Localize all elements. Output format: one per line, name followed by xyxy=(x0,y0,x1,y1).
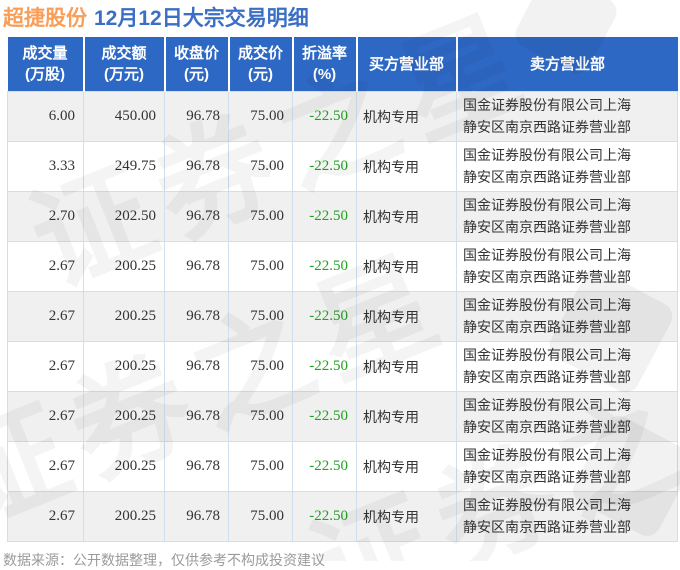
cell-buyer-branch: 机构专用 xyxy=(356,241,457,292)
cell-trade-price: 75.00 xyxy=(228,241,293,292)
cell-seller-branch-text: 国金证券股份有限公司上海静安区南京西路证券营业部 xyxy=(463,246,631,285)
cell-close-price: 96.78 xyxy=(164,191,229,242)
cell-trade-price: 75.00 xyxy=(228,341,293,392)
table-row: 3.33 249.75 96.78 75.00 -22.50 机构专用 国金证券… xyxy=(7,141,678,192)
header-close-price: 收盘价 (元) xyxy=(163,37,229,92)
cell-premium-rate: -22.50 xyxy=(292,291,357,342)
header-seller-branch: 卖方营业部 xyxy=(455,37,678,92)
table-body: 6.00 450.00 96.78 75.00 -22.50 机构专用 国金证券… xyxy=(7,91,678,542)
table-row: 2.67 200.25 96.78 75.00 -22.50 机构专用 国金证券… xyxy=(7,241,678,292)
cell-volume: 6.00 xyxy=(7,91,84,142)
cell-volume: 2.67 xyxy=(7,391,84,442)
cell-volume: 2.70 xyxy=(7,191,84,242)
cell-volume: 2.67 xyxy=(7,491,84,542)
cell-seller-branch: 国金证券股份有限公司上海静安区南京西路证券营业部 xyxy=(456,441,678,492)
table-row: 2.67 200.25 96.78 75.00 -22.50 机构专用 国金证券… xyxy=(7,491,678,542)
header-amount: 成交额 (万元) xyxy=(82,37,165,92)
table-row: 2.67 200.25 96.78 75.00 -22.50 机构专用 国金证券… xyxy=(7,341,678,392)
cell-volume: 2.67 xyxy=(7,441,84,492)
cell-amount: 202.50 xyxy=(83,191,165,242)
cell-close-price: 96.78 xyxy=(164,341,229,392)
cell-volume: 3.33 xyxy=(7,141,84,192)
table-header-row: 成交量 (万股) 成交额 (万元) 收盘价 (元) 成交价 (元) 折溢率 (%… xyxy=(7,37,678,92)
cell-seller-branch-text: 国金证券股份有限公司上海静安区南京西路证券营业部 xyxy=(463,496,631,535)
header-volume: 成交量 (万股) xyxy=(7,37,84,92)
cell-premium-rate: -22.50 xyxy=(292,491,357,542)
cell-buyer-branch: 机构专用 xyxy=(356,141,457,192)
cell-seller-branch: 国金证券股份有限公司上海静安区南京西路证券营业部 xyxy=(456,241,678,292)
table-row: 2.67 200.25 96.78 75.00 -22.50 机构专用 国金证券… xyxy=(7,441,678,492)
cell-amount: 200.25 xyxy=(83,241,165,292)
cell-buyer-branch: 机构专用 xyxy=(356,441,457,492)
cell-premium-rate: -22.50 xyxy=(292,241,357,292)
cell-close-price: 96.78 xyxy=(164,491,229,542)
cell-premium-rate: -22.50 xyxy=(292,91,357,142)
cell-close-price: 96.78 xyxy=(164,91,229,142)
cell-premium-rate: -22.50 xyxy=(292,441,357,492)
cell-trade-price: 75.00 xyxy=(228,191,293,242)
title-detail: 12月12日大宗交易明细 xyxy=(94,7,309,30)
cell-close-price: 96.78 xyxy=(164,141,229,192)
cell-seller-branch-text: 国金证券股份有限公司上海静安区南京西路证券营业部 xyxy=(463,346,631,385)
cell-seller-branch: 国金证券股份有限公司上海静安区南京西路证券营业部 xyxy=(456,191,678,242)
cell-seller-branch-text: 国金证券股份有限公司上海静安区南京西路证券营业部 xyxy=(463,446,631,485)
cell-premium-rate: -22.50 xyxy=(292,341,357,392)
cell-buyer-branch: 机构专用 xyxy=(356,91,457,142)
cell-seller-branch: 国金证券股份有限公司上海静安区南京西路证券营业部 xyxy=(456,91,678,142)
cell-trade-price: 75.00 xyxy=(228,491,293,542)
source-note: 数据来源：公开数据整理，仅供参考不构成投资建议 xyxy=(3,552,325,568)
table-row: 6.00 450.00 96.78 75.00 -22.50 机构专用 国金证券… xyxy=(7,91,678,142)
cell-buyer-branch: 机构专用 xyxy=(356,191,457,242)
cell-trade-price: 75.00 xyxy=(228,141,293,192)
header-buyer-branch: 买方营业部 xyxy=(355,37,457,92)
cell-trade-price: 75.00 xyxy=(228,91,293,142)
cell-seller-branch: 国金证券股份有限公司上海静安区南京西路证券营业部 xyxy=(456,341,678,392)
cell-seller-branch: 国金证券股份有限公司上海静安区南京西路证券营业部 xyxy=(456,291,678,342)
cell-amount: 450.00 xyxy=(83,91,165,142)
header-trade-price: 成交价 (元) xyxy=(227,37,293,92)
cell-seller-branch-text: 国金证券股份有限公司上海静安区南京西路证券营业部 xyxy=(463,146,631,185)
cell-buyer-branch: 机构专用 xyxy=(356,341,457,392)
cell-close-price: 96.78 xyxy=(164,241,229,292)
cell-trade-price: 75.00 xyxy=(228,441,293,492)
table-row: 2.70 202.50 96.78 75.00 -22.50 机构专用 国金证券… xyxy=(7,191,678,242)
cell-seller-branch-text: 国金证券股份有限公司上海静安区南京西路证券营业部 xyxy=(463,96,631,135)
cell-amount: 200.25 xyxy=(83,391,165,442)
cell-trade-price: 75.00 xyxy=(228,391,293,442)
cell-premium-rate: -22.50 xyxy=(292,141,357,192)
cell-close-price: 96.78 xyxy=(164,441,229,492)
cell-buyer-branch: 机构专用 xyxy=(356,291,457,342)
cell-close-price: 96.78 xyxy=(164,391,229,442)
cell-amount: 200.25 xyxy=(83,441,165,492)
block-trades-table: 成交量 (万股) 成交额 (万元) 收盘价 (元) 成交价 (元) 折溢率 (%… xyxy=(7,37,678,542)
cell-amount: 200.25 xyxy=(83,491,165,542)
cell-amount: 200.25 xyxy=(83,341,165,392)
cell-premium-rate: -22.50 xyxy=(292,191,357,242)
table-row: 2.67 200.25 96.78 75.00 -22.50 机构专用 国金证券… xyxy=(7,391,678,442)
cell-volume: 2.67 xyxy=(7,291,84,342)
cell-premium-rate: -22.50 xyxy=(292,391,357,442)
cell-volume: 2.67 xyxy=(7,241,84,292)
cell-seller-branch-text: 国金证券股份有限公司上海静安区南京西路证券营业部 xyxy=(463,396,631,435)
cell-seller-branch: 国金证券股份有限公司上海静安区南京西路证券营业部 xyxy=(456,141,678,192)
cell-amount: 249.75 xyxy=(83,141,165,192)
cell-buyer-branch: 机构专用 xyxy=(356,391,457,442)
page-title: 超捷股份 12月12日大宗交易明细 xyxy=(0,0,680,30)
cell-seller-branch: 国金证券股份有限公司上海静安区南京西路证券营业部 xyxy=(456,391,678,442)
table-row: 2.67 200.25 96.78 75.00 -22.50 机构专用 国金证券… xyxy=(7,291,678,342)
cell-amount: 200.25 xyxy=(83,291,165,342)
cell-trade-price: 75.00 xyxy=(228,291,293,342)
cell-buyer-branch: 机构专用 xyxy=(356,491,457,542)
header-premium-rate: 折溢率 (%) xyxy=(291,37,357,92)
cell-seller-branch-text: 国金证券股份有限公司上海静安区南京西路证券营业部 xyxy=(463,196,631,235)
cell-seller-branch-text: 国金证券股份有限公司上海静安区南京西路证券营业部 xyxy=(463,296,631,335)
cell-volume: 2.67 xyxy=(7,341,84,392)
cell-seller-branch: 国金证券股份有限公司上海静安区南京西路证券营业部 xyxy=(456,491,678,542)
stock-name: 超捷股份 xyxy=(3,7,87,30)
cell-close-price: 96.78 xyxy=(164,291,229,342)
